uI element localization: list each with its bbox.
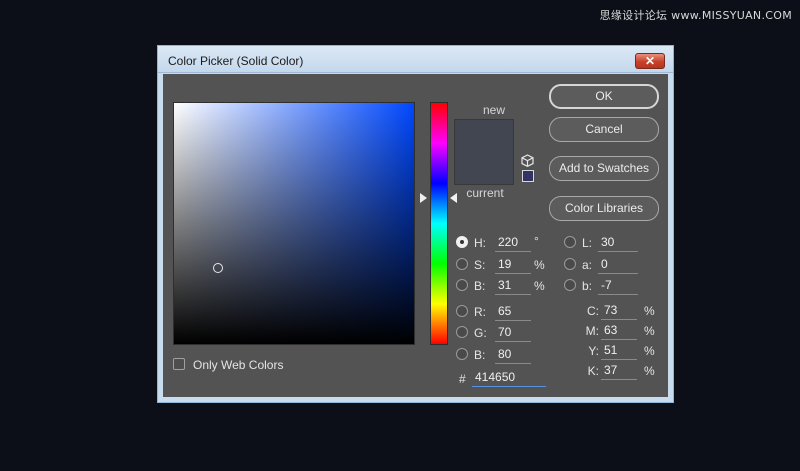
red-radio[interactable] xyxy=(456,305,468,317)
blue-row: B: 80 xyxy=(456,345,536,365)
lab-a-label: a: xyxy=(582,258,593,272)
only-web-colors-label: Only Web Colors xyxy=(193,358,284,372)
new-color-swatch xyxy=(454,119,514,152)
color-field[interactable] xyxy=(173,102,415,345)
hue-row: H: 220 ° xyxy=(456,233,556,253)
web-safe-cube-icon[interactable] xyxy=(521,154,534,167)
close-button[interactable]: ✕ xyxy=(635,53,665,69)
current-color-label: current xyxy=(466,186,504,200)
magenta-input[interactable]: 63 xyxy=(601,323,637,340)
saturation-label: S: xyxy=(474,258,486,272)
yellow-row: Y: 51 % xyxy=(563,341,663,361)
lab-a-row: a: 0 xyxy=(564,255,644,275)
cancel-button[interactable]: Cancel xyxy=(549,117,659,142)
lab-b-row: b: -7 xyxy=(564,276,644,296)
hue-slider-right-arrow-icon[interactable] xyxy=(450,193,457,203)
window-title: Color Picker (Solid Color) xyxy=(168,54,304,68)
brightness-row: B: 31 % xyxy=(456,276,556,296)
green-radio[interactable] xyxy=(456,326,468,338)
saturation-input[interactable]: 19 xyxy=(495,257,531,274)
brightness-input[interactable]: 31 xyxy=(495,278,531,295)
lab-b-radio[interactable] xyxy=(564,279,576,291)
yellow-unit: % xyxy=(644,344,655,358)
saturation-unit: % xyxy=(534,258,545,272)
yellow-input[interactable]: 51 xyxy=(601,343,637,360)
black-row: K: 37 % xyxy=(563,361,663,381)
cyan-unit: % xyxy=(644,304,655,318)
lightness-label: L: xyxy=(582,236,593,250)
hue-slider-left-arrow-icon[interactable] xyxy=(420,193,427,203)
lab-b-input[interactable]: -7 xyxy=(598,278,638,295)
green-row: G: 70 xyxy=(456,323,536,343)
cyan-row: C: 73 % xyxy=(563,301,663,321)
blue-label: B: xyxy=(474,348,486,362)
lab-b-label: b: xyxy=(582,279,593,293)
only-web-colors-checkbox[interactable] xyxy=(173,358,185,370)
black-unit: % xyxy=(644,364,655,378)
current-color-swatch[interactable] xyxy=(454,152,514,185)
color-libraries-button[interactable]: Color Libraries xyxy=(549,196,659,221)
lightness-radio[interactable] xyxy=(564,236,576,248)
new-color-label: new xyxy=(482,103,505,117)
green-input[interactable]: 70 xyxy=(495,325,531,342)
watermark: 思缘设计论坛 www.MISSYUAN.COM xyxy=(599,9,792,22)
blue-radio[interactable] xyxy=(456,348,468,360)
black-input[interactable]: 37 xyxy=(601,363,637,380)
brightness-radio[interactable] xyxy=(456,279,468,291)
magenta-unit: % xyxy=(644,324,655,338)
black-label: K: xyxy=(587,364,599,378)
hue-radio[interactable] xyxy=(456,236,468,248)
magenta-row: M: 63 % xyxy=(563,321,663,341)
saturation-radio[interactable] xyxy=(456,258,468,270)
brightness-label: B: xyxy=(474,279,486,293)
hue-input[interactable]: 220 xyxy=(495,235,531,252)
hex-label: # xyxy=(459,372,466,386)
cyan-input[interactable]: 73 xyxy=(601,303,637,320)
saturation-row: S: 19 % xyxy=(456,255,556,275)
red-input[interactable]: 65 xyxy=(495,304,531,321)
color-field-picker-ring[interactable] xyxy=(213,263,223,273)
web-safe-color-swatch[interactable] xyxy=(522,170,534,182)
lab-a-radio[interactable] xyxy=(564,258,576,270)
hue-unit: ° xyxy=(534,234,539,248)
blue-input[interactable]: 80 xyxy=(495,347,531,364)
lightness-row: L: 30 xyxy=(564,233,644,253)
cyan-label: C: xyxy=(587,304,599,318)
title-bar[interactable]: Color Picker (Solid Color) ✕ xyxy=(158,46,673,73)
dialog-body: new current OK Cancel Add to Swatches Co… xyxy=(163,74,668,397)
red-label: R: xyxy=(474,305,486,319)
yellow-label: Y: xyxy=(588,344,599,358)
green-label: G: xyxy=(474,326,487,340)
hue-label: H: xyxy=(474,236,486,250)
magenta-label: M: xyxy=(585,324,599,338)
add-to-swatches-button[interactable]: Add to Swatches xyxy=(549,156,659,181)
brightness-unit: % xyxy=(534,279,545,293)
hue-slider[interactable] xyxy=(430,102,448,345)
hex-input[interactable]: 414650 xyxy=(472,370,546,387)
red-row: R: 65 xyxy=(456,302,536,322)
lightness-input[interactable]: 30 xyxy=(598,235,638,252)
ok-button[interactable]: OK xyxy=(549,84,659,109)
color-picker-dialog: Color Picker (Solid Color) ✕ new current… xyxy=(157,45,674,403)
lab-a-input[interactable]: 0 xyxy=(598,257,638,274)
